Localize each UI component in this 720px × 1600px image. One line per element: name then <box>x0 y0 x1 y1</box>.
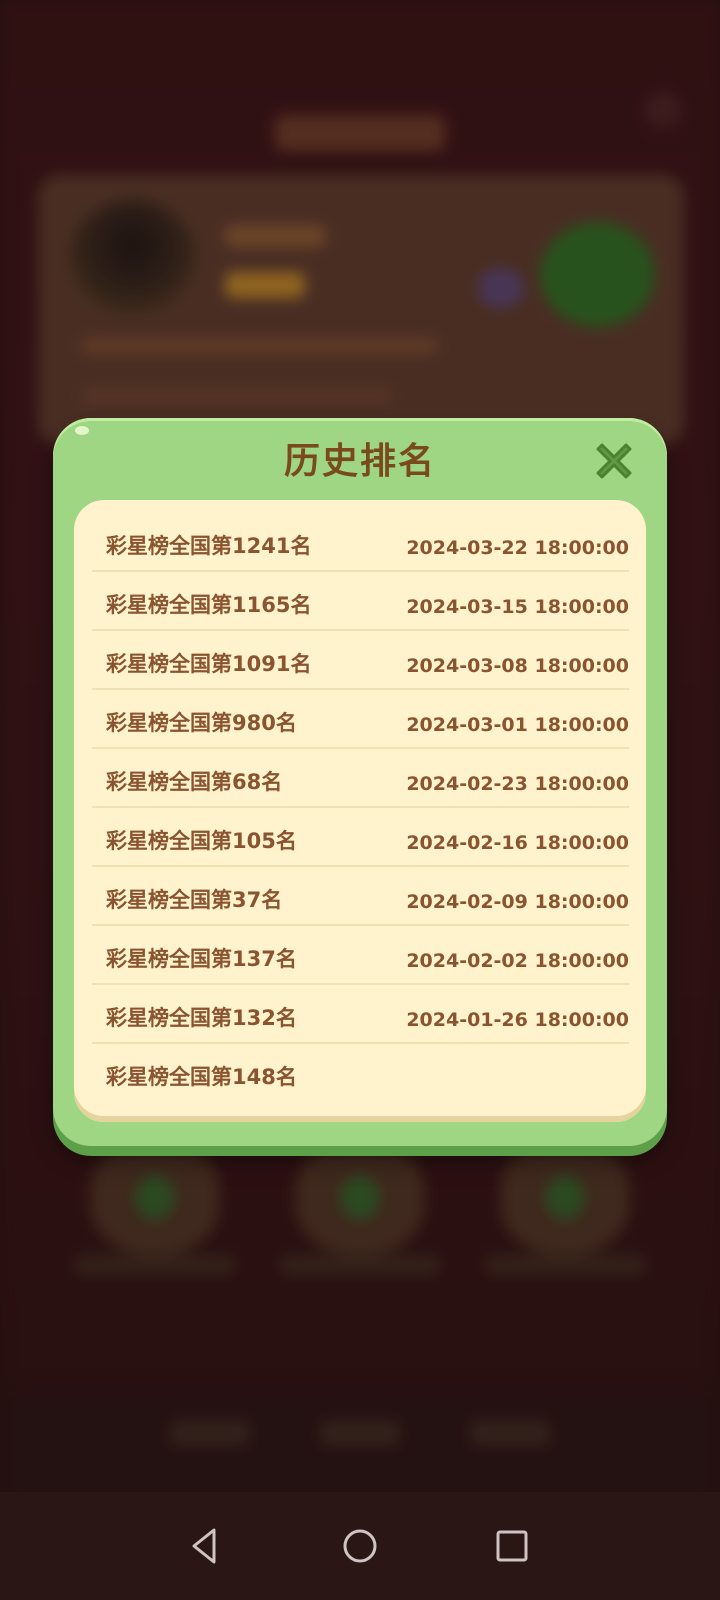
back-icon <box>192 1528 216 1564</box>
ranking-row: 彩星榜全国第1241名 2024-03-22 18:00:00 <box>92 510 629 572</box>
rank-date: 2024-01-26 18:00:00 <box>406 1009 629 1031</box>
rank-text: 彩星榜全国第980名 <box>106 711 297 735</box>
rank-date: 2024-02-23 18:00:00 <box>406 773 629 795</box>
ranking-row: 彩星榜全国第1165名 2024-03-15 18:00:00 <box>92 569 629 631</box>
back-button[interactable] <box>180 1520 232 1572</box>
system-navigation-bar <box>0 1492 720 1600</box>
close-icon <box>596 443 632 479</box>
home-icon <box>343 1529 377 1563</box>
rank-text: 彩星榜全国第37名 <box>106 888 283 912</box>
rank-date: 2024-03-15 18:00:00 <box>406 596 629 618</box>
ranking-row: 彩星榜全国第132名 2024-01-26 18:00:00 <box>92 982 629 1044</box>
recents-icon <box>496 1530 528 1562</box>
ranking-list[interactable]: 彩星榜全国第1241名 2024-03-22 18:00:00 彩星榜全国第11… <box>74 500 646 1098</box>
ranking-row: 彩星榜全国第68名 2024-02-23 18:00:00 <box>92 746 629 808</box>
rank-text: 彩星榜全国第148名 <box>106 1065 297 1089</box>
home-button[interactable] <box>334 1520 386 1572</box>
rank-date: 2024-03-22 18:00:00 <box>406 537 629 559</box>
rank-date: 2024-03-08 18:00:00 <box>406 655 629 677</box>
rank-date: 2024-03-01 18:00:00 <box>406 714 629 736</box>
rank-text: 彩星榜全国第1091名 <box>106 652 312 676</box>
ranking-row: 彩星榜全国第37名 2024-02-09 18:00:00 <box>92 864 629 926</box>
history-ranking-modal: 历史排名 彩星榜全国第1241名 2024-03-22 18:00:00 彩星榜… <box>53 418 667 1146</box>
rank-date: 2024-02-16 18:00:00 <box>406 832 629 854</box>
rank-date: 2024-02-09 18:00:00 <box>406 891 629 913</box>
ranking-row: 彩星榜全国第148名 <box>92 1041 629 1098</box>
modal-title: 历史排名 <box>283 441 436 482</box>
recents-button[interactable] <box>486 1520 538 1572</box>
ranking-row: 彩星榜全国第105名 2024-02-16 18:00:00 <box>92 805 629 867</box>
rank-text: 彩星榜全国第68名 <box>106 770 283 794</box>
ranking-list-panel: 彩星榜全国第1241名 2024-03-22 18:00:00 彩星榜全国第11… <box>74 500 646 1122</box>
ranking-row: 彩星榜全国第137名 2024-02-02 18:00:00 <box>92 923 629 985</box>
modal-shine <box>75 426 89 435</box>
close-button[interactable] <box>593 440 635 482</box>
rank-text: 彩星榜全国第132名 <box>106 1006 297 1030</box>
rank-text: 彩星榜全国第105名 <box>106 829 297 853</box>
rank-text: 彩星榜全国第1165名 <box>106 593 312 617</box>
ranking-row: 彩星榜全国第980名 2024-03-01 18:00:00 <box>92 687 629 749</box>
rank-date: 2024-02-02 18:00:00 <box>406 950 629 972</box>
rank-text: 彩星榜全国第137名 <box>106 947 297 971</box>
rank-text: 彩星榜全国第1241名 <box>106 534 312 558</box>
ranking-row: 彩星榜全国第1091名 2024-03-08 18:00:00 <box>92 628 629 690</box>
